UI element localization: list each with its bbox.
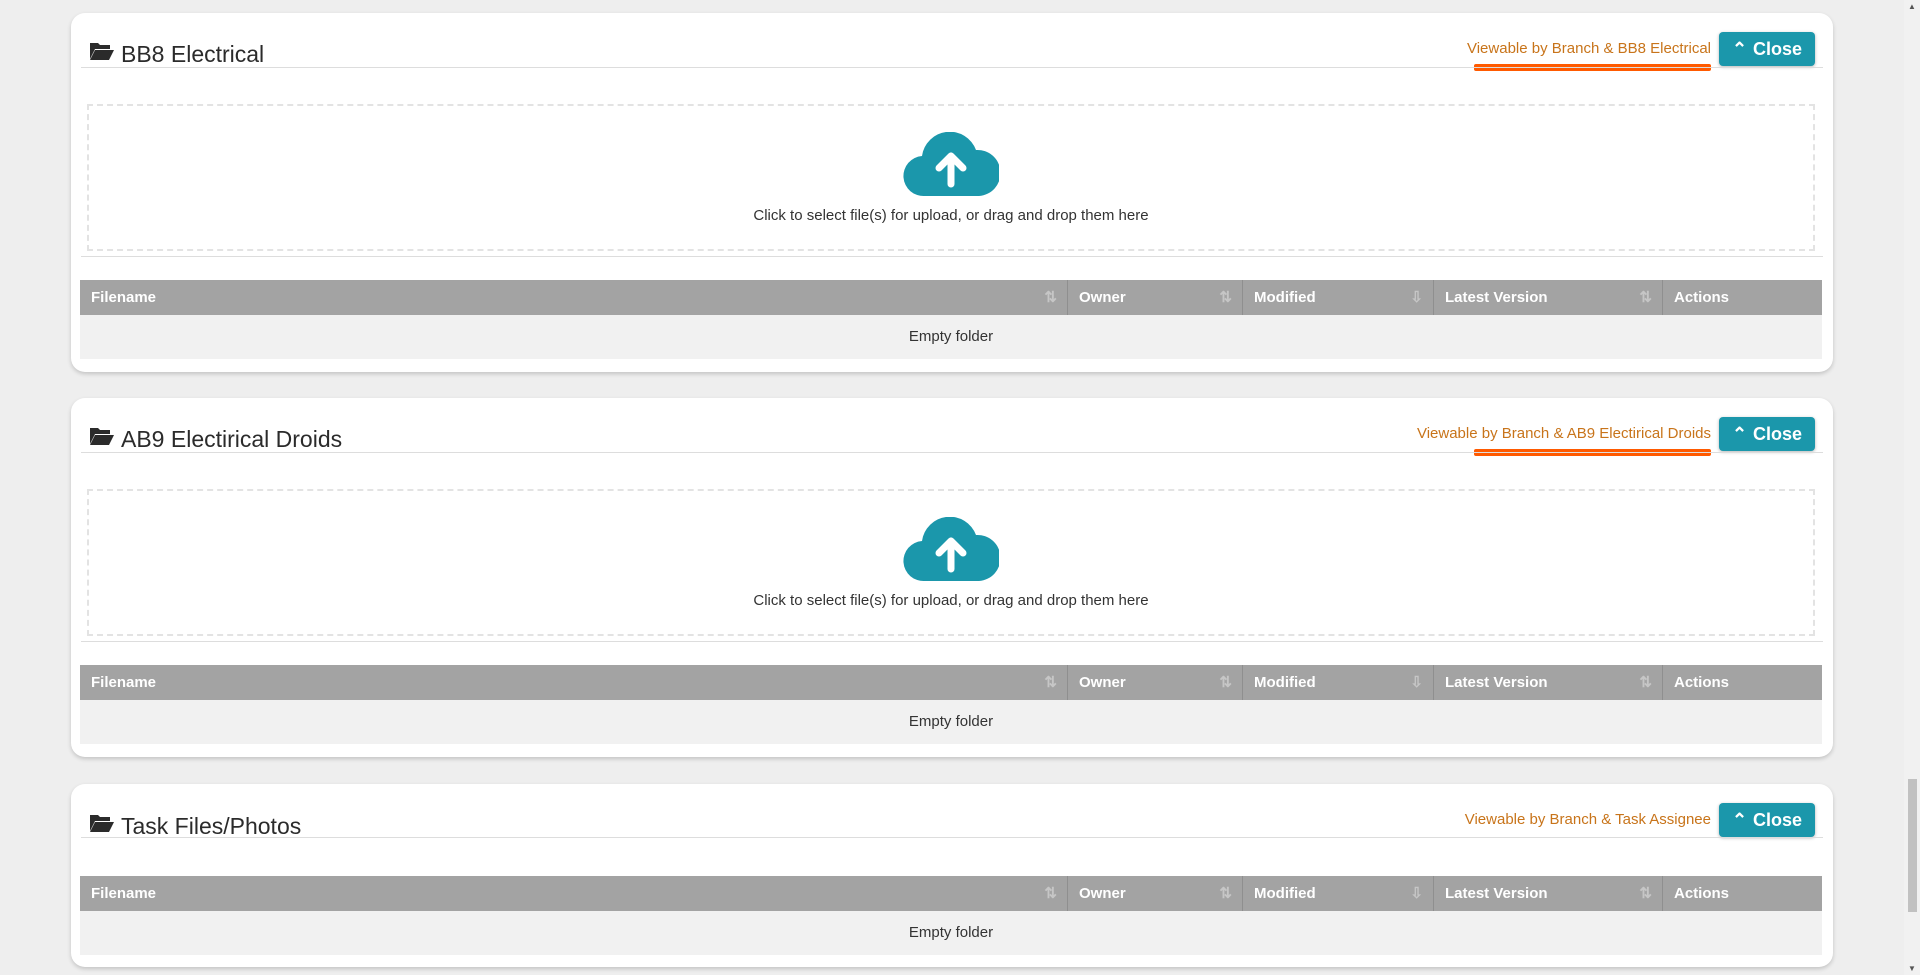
- sort-icon[interactable]: ⇅: [1219, 280, 1232, 315]
- sort-icon[interactable]: ⇅: [1639, 280, 1652, 315]
- scroll-up-icon[interactable]: ▲: [1908, 2, 1916, 11]
- files-table-header: Filename ⇅ Owner ⇅ Modified ⇩ Latest Version ⇅ A…: [80, 280, 1822, 315]
- column-header[interactable]: Latest Version ⇅: [1434, 665, 1663, 700]
- column-label: Latest Version: [1445, 885, 1548, 902]
- scrollbar-thumb[interactable]: [1908, 779, 1917, 912]
- column-header[interactable]: Filename ⇅: [80, 665, 1068, 700]
- column-label: Actions: [1674, 674, 1730, 691]
- column-label: Filename: [91, 289, 157, 306]
- sort-icon[interactable]: ⇅: [1044, 665, 1057, 700]
- column-label: Owner: [1079, 289, 1126, 306]
- empty-folder-row: Empty folder: [80, 315, 1822, 359]
- column-header[interactable]: Owner ⇅: [1068, 280, 1243, 315]
- column-header[interactable]: Filename ⇅: [80, 280, 1068, 315]
- folder-panel: AB9 Electirical Droids Viewable by Branc…: [71, 398, 1833, 757]
- column-label: Filename: [91, 674, 157, 691]
- column-header[interactable]: Latest Version ⇅: [1434, 280, 1663, 315]
- column-label: Owner: [1079, 885, 1126, 902]
- scrollbar[interactable]: ▲ ▼: [1904, 0, 1920, 975]
- divider: [81, 256, 1823, 257]
- scroll-down-icon[interactable]: ▼: [1908, 964, 1916, 973]
- column-label: Actions: [1674, 885, 1730, 902]
- sort-icon[interactable]: ⇅: [1639, 876, 1652, 911]
- folder-panel: BB8 Electrical Viewable by Branch & BB8 …: [71, 13, 1833, 372]
- panel-header-divider: [81, 784, 1823, 838]
- empty-folder-row: Empty folder: [80, 700, 1822, 744]
- upload-dropzone[interactable]: Click to select file(s) for upload, or d…: [87, 489, 1815, 636]
- sort-icon[interactable]: ⇩: [1410, 280, 1423, 315]
- column-header[interactable]: Modified ⇩: [1243, 280, 1434, 315]
- sort-icon[interactable]: ⇩: [1410, 665, 1423, 700]
- column-label: Owner: [1079, 674, 1126, 691]
- column-label: Modified: [1254, 674, 1316, 691]
- sort-icon[interactable]: ⇅: [1219, 665, 1232, 700]
- column-header[interactable]: Owner ⇅: [1068, 876, 1243, 911]
- column-label: Actions: [1674, 289, 1730, 306]
- column-header[interactable]: Filename ⇅: [80, 876, 1068, 911]
- files-table-header: Filename ⇅ Owner ⇅ Modified ⇩ Latest Version ⇅ A…: [80, 876, 1822, 911]
- sort-icon[interactable]: ⇩: [1410, 876, 1423, 911]
- column-header[interactable]: Owner ⇅: [1068, 665, 1243, 700]
- panel-header-divider: [81, 13, 1823, 68]
- dropzone-text: Click to select file(s) for upload, or d…: [753, 206, 1149, 224]
- panel-header-divider: [81, 398, 1823, 453]
- column-header[interactable]: Latest Version ⇅: [1434, 876, 1663, 911]
- empty-folder-row: Empty folder: [80, 911, 1822, 955]
- divider: [81, 641, 1823, 642]
- column-header[interactable]: Modified ⇩: [1243, 665, 1434, 700]
- column-header[interactable]: Actions: [1663, 876, 1822, 911]
- column-label: Filename: [91, 885, 157, 902]
- cloud-upload-icon: [903, 516, 1001, 588]
- sort-icon[interactable]: ⇅: [1044, 280, 1057, 315]
- column-header[interactable]: Actions: [1663, 280, 1822, 315]
- cloud-upload-icon: [903, 131, 1001, 203]
- sort-icon[interactable]: ⇅: [1044, 876, 1057, 911]
- column-label: Latest Version: [1445, 289, 1548, 306]
- column-label: Modified: [1254, 885, 1316, 902]
- upload-dropzone[interactable]: Click to select file(s) for upload, or d…: [87, 104, 1815, 251]
- sort-icon[interactable]: ⇅: [1219, 876, 1232, 911]
- dropzone-text: Click to select file(s) for upload, or d…: [753, 591, 1149, 609]
- files-table-header: Filename ⇅ Owner ⇅ Modified ⇩ Latest Version ⇅ A…: [80, 665, 1822, 700]
- column-header[interactable]: Modified ⇩: [1243, 876, 1434, 911]
- folder-panel: Task Files/Photos Viewable by Branch & T…: [71, 784, 1833, 967]
- column-header[interactable]: Actions: [1663, 665, 1822, 700]
- column-label: Latest Version: [1445, 674, 1548, 691]
- sort-icon[interactable]: ⇅: [1639, 665, 1652, 700]
- column-label: Modified: [1254, 289, 1316, 306]
